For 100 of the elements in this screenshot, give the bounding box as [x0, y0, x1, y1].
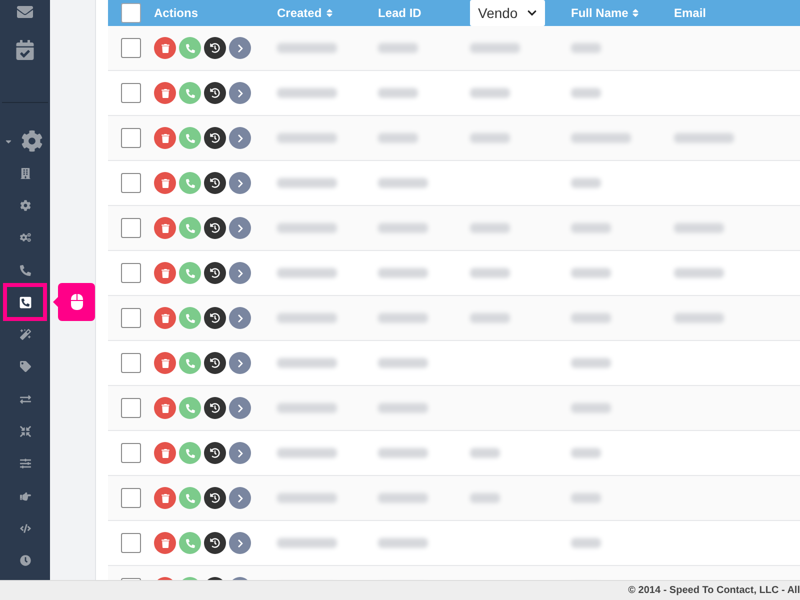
delete-button[interactable] [154, 37, 176, 59]
blurred-text [470, 313, 510, 323]
checkbox[interactable] [121, 173, 141, 193]
history-button[interactable] [204, 127, 226, 149]
blurred-text [571, 223, 611, 233]
checkbox[interactable] [121, 308, 141, 328]
details-button[interactable] [229, 397, 251, 419]
phone-icon[interactable] [20, 264, 30, 276]
delete-button[interactable] [154, 172, 176, 194]
delete-button[interactable] [154, 442, 176, 464]
magic-wand-icon[interactable] [20, 329, 30, 340]
history-icon [210, 493, 220, 503]
calendar-check-icon[interactable] [15, 40, 35, 60]
details-button[interactable] [229, 82, 251, 104]
delete-button[interactable] [154, 82, 176, 104]
details-button[interactable] [229, 487, 251, 509]
details-button[interactable] [229, 37, 251, 59]
details-button[interactable] [229, 307, 251, 329]
delete-button[interactable] [154, 487, 176, 509]
blurred-text [470, 133, 510, 143]
checkbox[interactable] [121, 353, 141, 373]
tag-icon[interactable] [20, 361, 30, 372]
delete-button[interactable] [154, 397, 176, 419]
column-header[interactable]: Created [277, 4, 334, 22]
vendor-select[interactable]: Vendo [470, 0, 545, 26]
checkbox[interactable] [121, 128, 141, 148]
phone-icon [186, 404, 194, 412]
trash-icon [160, 178, 170, 188]
history-button[interactable] [204, 217, 226, 239]
history-button[interactable] [204, 82, 226, 104]
details-button[interactable] [229, 127, 251, 149]
building-icon[interactable] [20, 168, 30, 179]
history-button[interactable] [204, 307, 226, 329]
checkbox[interactable] [121, 263, 141, 283]
phone-icon [186, 134, 194, 142]
history-button[interactable] [204, 262, 226, 284]
history-button[interactable] [204, 487, 226, 509]
phone-icon [186, 224, 194, 232]
blurred-text [277, 358, 337, 368]
blurred-text [277, 493, 337, 503]
gear-icon[interactable] [21, 130, 43, 152]
history-icon [210, 268, 220, 278]
gear-icon[interactable] [20, 200, 30, 211]
arrows-exchange-icon[interactable] [20, 394, 30, 405]
blurred-text [378, 313, 428, 323]
chevron-right-icon [236, 224, 244, 232]
history-button[interactable] [204, 442, 226, 464]
delete-button[interactable] [154, 532, 176, 554]
compress-arrows-icon[interactable] [20, 426, 30, 438]
blurred-text [674, 268, 724, 278]
selected-item-highlight[interactable] [3, 283, 47, 322]
blurred-text [571, 178, 601, 188]
blurred-text [674, 133, 734, 143]
delete-button[interactable] [154, 352, 176, 374]
column-header[interactable]: Full Name [571, 4, 640, 22]
checkbox[interactable] [121, 443, 141, 463]
blurred-text [277, 313, 337, 323]
details-button[interactable] [229, 172, 251, 194]
checkbox[interactable] [121, 488, 141, 508]
details-button[interactable] [229, 352, 251, 374]
blurred-text [277, 538, 337, 548]
history-button[interactable] [204, 397, 226, 419]
checkbox[interactable] [121, 38, 141, 58]
checkbox[interactable] [121, 533, 141, 553]
blurred-text [378, 403, 428, 413]
phone-icon [186, 358, 194, 368]
delete-button[interactable] [154, 307, 176, 329]
history-icon [210, 313, 220, 323]
history-icon [210, 358, 220, 368]
history-button[interactable] [204, 172, 226, 194]
details-button[interactable] [229, 532, 251, 554]
blurred-text [470, 43, 520, 53]
checkbox[interactable] [121, 3, 141, 23]
column-header: Actions [154, 5, 198, 22]
sliders-icon[interactable] [20, 458, 30, 470]
mail-icon[interactable] [15, 4, 35, 20]
checkbox[interactable] [121, 83, 141, 103]
gears-icon[interactable] [20, 232, 30, 244]
history-button[interactable] [204, 37, 226, 59]
history-button[interactable] [204, 532, 226, 554]
clock-icon[interactable] [20, 555, 30, 566]
chevron-right-icon [236, 358, 244, 368]
checkbox[interactable] [121, 218, 141, 238]
details-button[interactable] [229, 442, 251, 464]
delete-button[interactable] [154, 127, 176, 149]
trash-icon [160, 404, 170, 412]
blurred-text [571, 493, 601, 503]
history-icon [210, 538, 220, 548]
delete-button[interactable] [154, 217, 176, 239]
checkbox[interactable] [121, 398, 141, 418]
trash-icon [160, 88, 170, 98]
blurred-text [277, 178, 337, 188]
details-button[interactable] [229, 217, 251, 239]
code-icon[interactable] [20, 522, 30, 534]
chevron-right-icon [236, 268, 244, 278]
history-icon [210, 403, 220, 413]
history-button[interactable] [204, 352, 226, 374]
details-button[interactable] [229, 262, 251, 284]
pointing-hand-icon[interactable] [20, 490, 30, 502]
delete-button[interactable] [154, 262, 176, 284]
